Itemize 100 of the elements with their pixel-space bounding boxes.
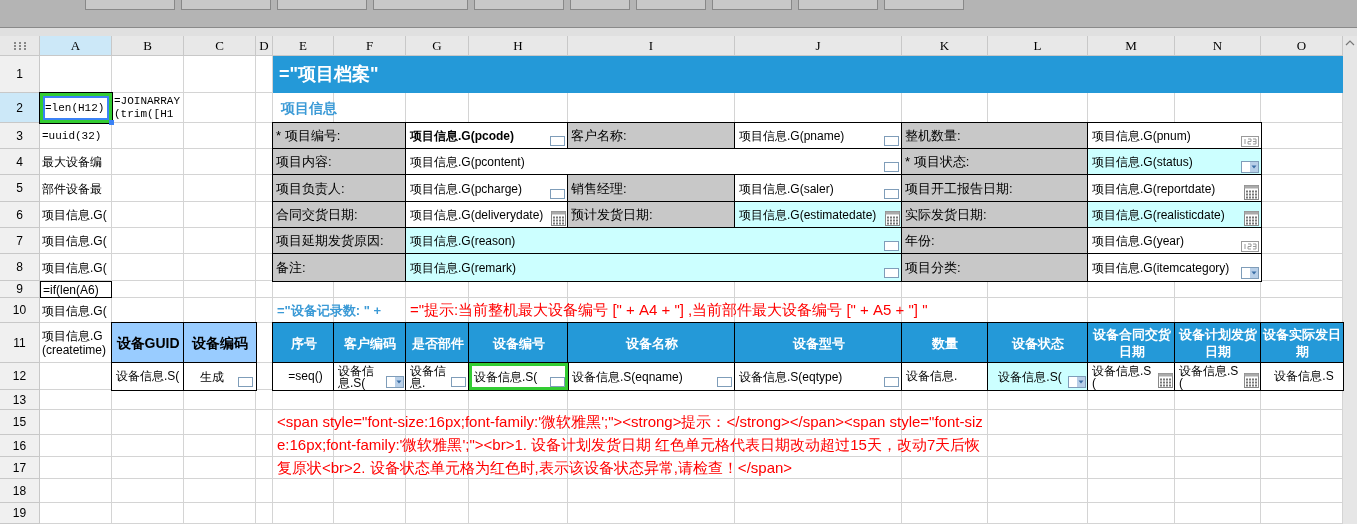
toolbar-control[interactable] xyxy=(884,0,964,10)
hint-formula: ="提示:当前整机最大设备编号 [" + A4 + "] ,当前部件最大设备编号 [" + A5 + "] " xyxy=(409,300,929,321)
column-header[interactable]: F xyxy=(334,36,406,56)
table-cell-text: 最大设备编 xyxy=(41,154,103,171)
column-title: 是否部件 xyxy=(406,323,469,363)
column-header[interactable]: D xyxy=(256,36,273,56)
row-header[interactable]: 15 xyxy=(0,410,40,435)
cell-text: 项目信息.G(year) xyxy=(1092,235,1184,247)
table-cell-text: 项目信息.G( xyxy=(41,259,108,277)
field-label: 实际发货日期: xyxy=(902,202,1088,228)
report-title: ="项目档案" xyxy=(273,56,1343,93)
cell-text: 项目信息.G(pname) xyxy=(739,130,845,142)
row-header[interactable]: 4 xyxy=(0,149,40,175)
field-label: 销售经理: xyxy=(568,175,735,202)
column-header[interactable]: H xyxy=(469,36,568,56)
fill-handle[interactable] xyxy=(109,120,114,125)
toolbar-control[interactable] xyxy=(712,0,792,10)
toolbar-control[interactable] xyxy=(570,0,630,10)
row-header[interactable]: 19 xyxy=(0,503,40,524)
chevron-up-icon xyxy=(1345,40,1355,46)
cell-text: 项目信息.G(realisticdate) xyxy=(1092,209,1225,221)
text-box-icon xyxy=(884,377,899,387)
column-header[interactable]: L xyxy=(988,36,1088,56)
text-box-icon xyxy=(884,268,899,278)
column-title: 数量 xyxy=(902,323,988,363)
toolbar-control[interactable] xyxy=(85,0,175,10)
row-header[interactable]: 12 xyxy=(0,363,40,390)
column-header[interactable]: K xyxy=(902,36,988,56)
cell-text: 设备信息.S( xyxy=(338,364,375,389)
cell-text: 项目信息.G(estimatedate) xyxy=(739,209,877,221)
table-cell-text: 项目信息.G( xyxy=(41,207,108,224)
column-header[interactable]: J xyxy=(735,36,902,56)
column-header[interactable]: B xyxy=(112,36,184,56)
formula-cell-text: =JOINARRAY(trim([H1 xyxy=(113,94,181,122)
row-header[interactable]: 8 xyxy=(0,254,40,281)
column-header[interactable]: I xyxy=(568,36,735,56)
row-header[interactable]: 1 xyxy=(0,56,40,93)
field-value: 设备信息. xyxy=(902,363,988,390)
vertical-scrollbar[interactable] xyxy=(1343,36,1357,524)
row-header[interactable]: 3 xyxy=(0,123,40,149)
cell-text: 设备信息.S( xyxy=(998,370,1062,383)
cell-text: 设备信息.S(eqname) xyxy=(572,370,683,383)
table-cell-text: 项目信息.G( xyxy=(41,302,108,320)
row-header[interactable]: 18 xyxy=(0,479,40,503)
row-header[interactable]: 5 xyxy=(0,175,40,202)
toolbar-control[interactable] xyxy=(181,0,271,10)
column-header[interactable]: A xyxy=(40,36,112,56)
text-box-icon xyxy=(884,189,899,199)
row-header[interactable]: 2 xyxy=(0,93,40,123)
cell-text: 项目信息.G(remark) xyxy=(410,261,516,274)
cell-text: 项目信息.G(status) xyxy=(1092,156,1193,168)
field-label: 项目开工报告日期: xyxy=(902,175,1088,202)
column-header[interactable]: O xyxy=(1261,36,1343,56)
row-header[interactable]: 17 xyxy=(0,457,40,479)
toolbar-control[interactable] xyxy=(636,0,706,10)
cell-text: 项目信息.G(reason) xyxy=(410,235,516,247)
grid-dots-icon xyxy=(13,41,26,50)
column-title: 设备实际发日期 xyxy=(1261,323,1343,363)
field-label: 整机数量: xyxy=(902,123,1088,149)
row-header[interactable]: 16 xyxy=(0,435,40,457)
field-label: 合同交货日期: xyxy=(273,202,406,228)
row-header[interactable]: 6 xyxy=(0,202,40,228)
column-title: 序号 xyxy=(273,323,334,363)
text-box-icon xyxy=(884,162,899,172)
cell-text: 设备信息.S( xyxy=(474,370,538,383)
table-cell-text: 部件设备最 xyxy=(41,180,103,198)
toolbar-control[interactable] xyxy=(798,0,878,10)
text-box-icon xyxy=(550,189,565,199)
note-text: <span style="font-size:16px;font-family:'微软雅黑';"><strong>提示：</strong></span><span style="font-size:16px;font-family:'微软雅黑';"><br>1. 设备计划发货日期 红色单元格代表日期改动超过15天，改动7天后恢复原状<br>2. 设备状态单元格为红色时,表示该设备状态异常,请检查！</span> xyxy=(276,412,984,478)
row-header[interactable]: 13 xyxy=(0,390,40,410)
select-all-corner[interactable] xyxy=(0,36,40,56)
cell-text: 设备信息. xyxy=(410,364,447,389)
cell-text: 项目信息.G(pcharge) xyxy=(410,182,523,195)
toolbar-control[interactable] xyxy=(474,0,564,10)
row-header[interactable]: 11 xyxy=(0,323,40,363)
field-label: 备注: xyxy=(273,254,406,281)
column-header[interactable]: G xyxy=(406,36,469,56)
column-title: 设备编号 xyxy=(469,323,568,363)
column-title: 设备计划发货日期 xyxy=(1175,323,1261,363)
column-header[interactable]: E xyxy=(273,36,334,56)
column-title: 客户编码 xyxy=(334,323,406,363)
field-label: * 项目状态: xyxy=(902,149,1088,175)
calendar-icon xyxy=(885,211,900,226)
column-header[interactable]: N xyxy=(1175,36,1261,56)
column-header[interactable]: M xyxy=(1088,36,1175,56)
field-label: * 项目编号: xyxy=(273,123,406,149)
field-label: 预计发货日期: xyxy=(568,202,735,228)
cell-text: 项目信息.G(pcode) xyxy=(410,130,514,142)
text-box-icon xyxy=(550,377,565,387)
row-header[interactable]: 7 xyxy=(0,228,40,254)
cell-text: 项目信息.G(pcontent) xyxy=(410,156,525,168)
row-header[interactable]: 10 xyxy=(0,298,40,323)
row-header[interactable]: 9 xyxy=(0,281,40,298)
field-label: 项目延期发货原因: xyxy=(273,228,406,254)
toolbar-control[interactable] xyxy=(277,0,367,10)
toolbar-control[interactable] xyxy=(373,0,468,10)
column-header[interactable]: C xyxy=(184,36,256,56)
formula-cell-text: =uuid(32) xyxy=(41,128,103,144)
field-label: 项目内容: xyxy=(273,149,406,175)
cell-text: 项目信息.G(reportdate) xyxy=(1092,182,1216,195)
